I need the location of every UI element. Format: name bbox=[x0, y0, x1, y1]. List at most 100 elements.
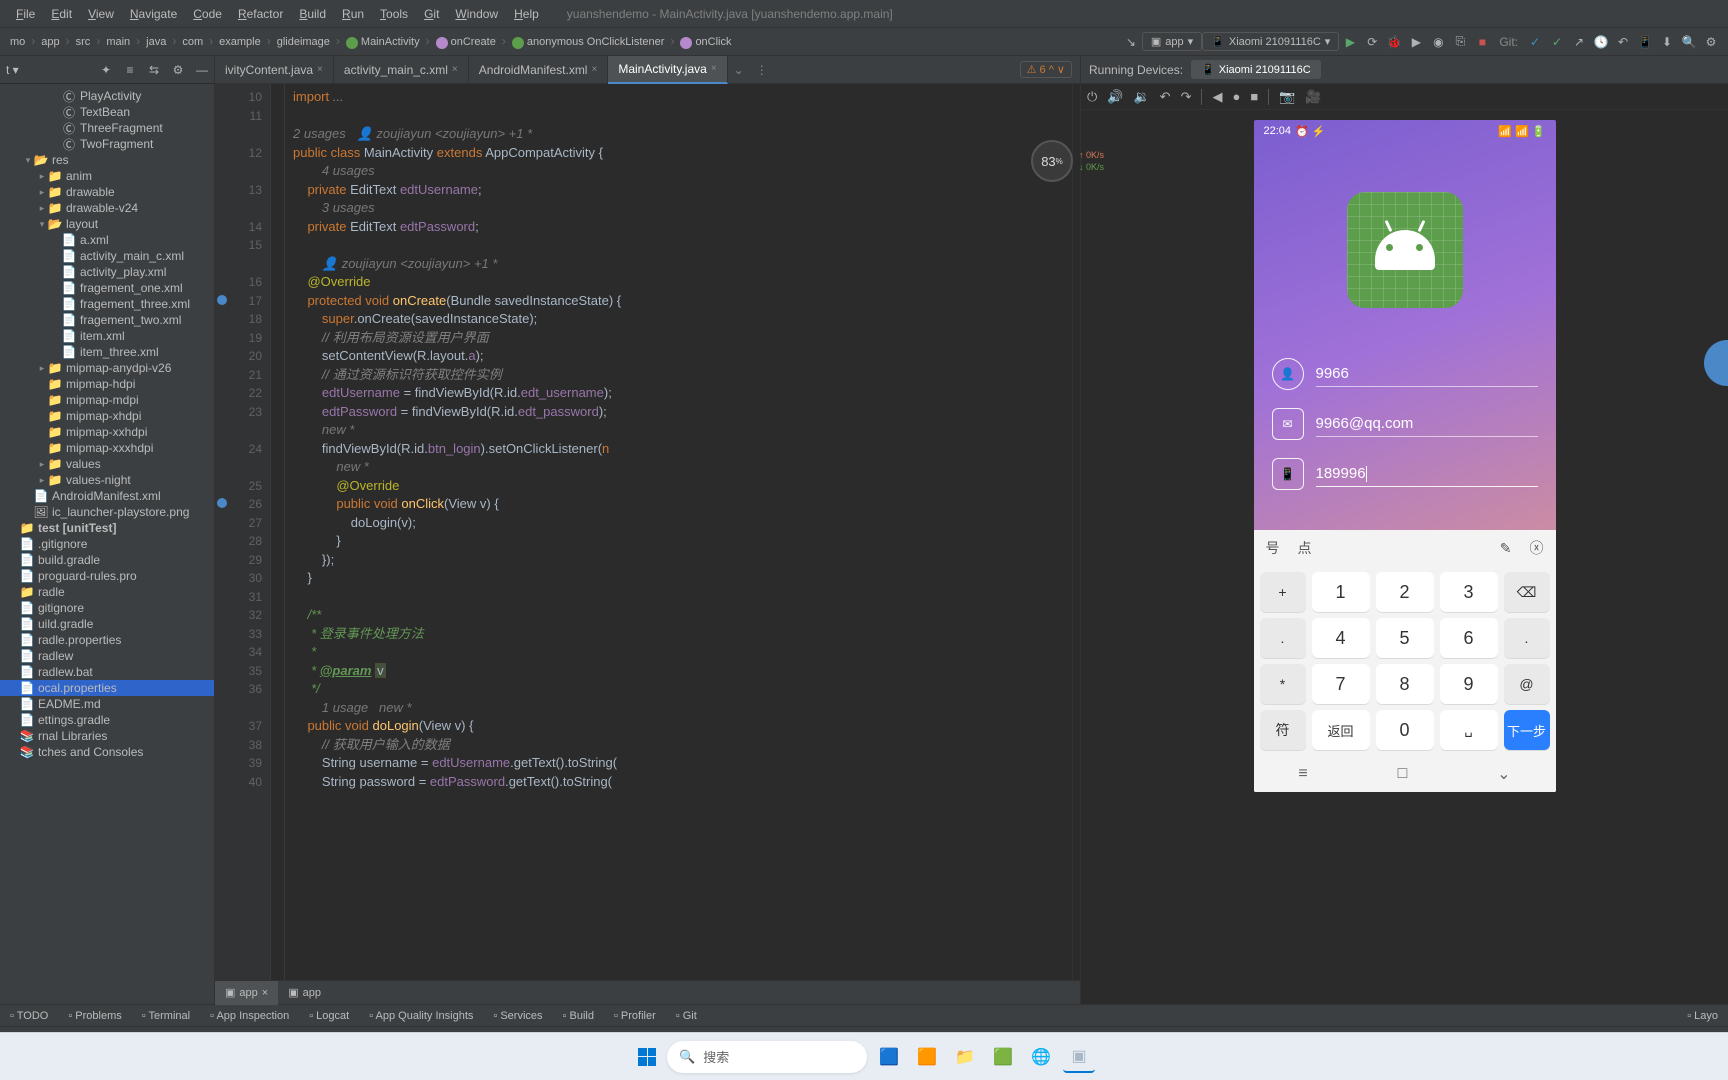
git-history-icon[interactable]: 🕓 bbox=[1590, 31, 1612, 53]
device-tab[interactable]: 📱 Xiaomi 21091116C bbox=[1191, 60, 1321, 79]
tree-item[interactable]: 📄ettings.gradle bbox=[0, 712, 214, 728]
power-icon[interactable]: ⏻ bbox=[1087, 89, 1097, 105]
key-@[interactable]: @ bbox=[1504, 664, 1550, 704]
tree-item[interactable]: 📁mipmap-hdpi bbox=[0, 376, 214, 392]
crumb-5[interactable]: com bbox=[178, 36, 207, 48]
coverage-icon[interactable]: ▶ bbox=[1405, 31, 1427, 53]
key-2[interactable]: 2 bbox=[1376, 572, 1434, 612]
tree-item[interactable]: 📄AndroidManifest.xml bbox=[0, 488, 214, 504]
hide-panel-icon[interactable]: — bbox=[190, 58, 214, 82]
run-button[interactable]: ▶ bbox=[1339, 31, 1361, 53]
stop-button[interactable]: ■ bbox=[1471, 31, 1493, 53]
record-icon[interactable]: 🎥 bbox=[1305, 89, 1321, 105]
key-+[interactable]: + bbox=[1260, 572, 1306, 612]
rotate-left-icon[interactable]: ↶ bbox=[1160, 89, 1171, 105]
debug-button[interactable]: 🐞 bbox=[1383, 31, 1405, 53]
tree-item[interactable]: 📄item.xml bbox=[0, 328, 214, 344]
toolwin-Terminal[interactable]: ▫ Terminal bbox=[132, 1010, 200, 1022]
taskbar-android-studio[interactable]: ▣ bbox=[1063, 1041, 1095, 1073]
key-3[interactable]: 3 bbox=[1440, 572, 1498, 612]
menu-view[interactable]: View bbox=[80, 7, 122, 21]
crumb-9[interactable]: onCreate bbox=[432, 36, 500, 48]
tree-item[interactable]: ▸📁mipmap-anydpi-v26 bbox=[0, 360, 214, 376]
apply-changes-icon[interactable]: ⟳ bbox=[1361, 31, 1383, 53]
tree-item[interactable]: ▸📁values bbox=[0, 456, 214, 472]
menu-window[interactable]: Window bbox=[447, 7, 506, 21]
sync-icon[interactable]: ↘ bbox=[1120, 31, 1142, 53]
crumb-10[interactable]: anonymous OnClickListener bbox=[508, 36, 669, 48]
kb-tab-dian[interactable]: 点 bbox=[1298, 538, 1312, 558]
kb-handwrite-icon[interactable]: ✎ bbox=[1500, 540, 1512, 557]
phone-input[interactable]: 189996 bbox=[1316, 461, 1538, 487]
attach-icon[interactable]: ⎘ bbox=[1449, 31, 1471, 53]
back-icon[interactable]: ◀ bbox=[1212, 89, 1222, 105]
tree-item[interactable]: 📁radle bbox=[0, 584, 214, 600]
settings-gear-icon[interactable]: ⚙ bbox=[166, 58, 190, 82]
tree-item[interactable]: 📚rnal Libraries bbox=[0, 728, 214, 744]
key-符[interactable]: 符 bbox=[1260, 710, 1306, 750]
tree-item[interactable]: ⒸPlayActivity bbox=[0, 88, 214, 104]
toolwin-Git[interactable]: ▫ Git bbox=[666, 1010, 707, 1022]
project-selector[interactable]: t ▾ bbox=[0, 63, 94, 77]
menu-edit[interactable]: Edit bbox=[43, 7, 80, 21]
tree-item[interactable]: 📄radlew bbox=[0, 648, 214, 664]
inspection-widget[interactable]: ⚠ 6 ^ ∨ bbox=[1020, 61, 1072, 78]
fold-column[interactable] bbox=[271, 84, 285, 980]
tree-item[interactable]: 📄gitignore bbox=[0, 600, 214, 616]
sdk-icon[interactable]: ⬇ bbox=[1656, 31, 1678, 53]
profiler-icon[interactable]: ◉ bbox=[1427, 31, 1449, 53]
menu-navigate[interactable]: Navigate bbox=[122, 7, 185, 21]
nav-home-icon[interactable]: □ bbox=[1398, 765, 1408, 783]
crumb-2[interactable]: src bbox=[72, 36, 95, 48]
toolwin-Profiler[interactable]: ▫ Profiler bbox=[604, 1010, 666, 1022]
tab-activity_main_c.xml[interactable]: activity_main_c.xml × bbox=[334, 56, 469, 84]
tree-item[interactable]: 📄activity_play.xml bbox=[0, 264, 214, 280]
tree-item[interactable]: 📁test [unitTest] bbox=[0, 520, 214, 536]
toolwin-Build[interactable]: ▫ Build bbox=[553, 1010, 604, 1022]
expand-icon[interactable]: ≡ bbox=[118, 58, 142, 82]
tree-item[interactable]: 📄radle.properties bbox=[0, 632, 214, 648]
select-opened-icon[interactable]: ✦ bbox=[94, 58, 118, 82]
tree-item[interactable]: ▾📂layout bbox=[0, 216, 214, 232]
key-6[interactable]: 6 bbox=[1440, 618, 1498, 658]
tree-item[interactable]: ▸📁values-night bbox=[0, 472, 214, 488]
phone-screen[interactable]: 22:04 ⏰ ⚡ 📶 📶 🔋 👤 9966 ✉ 9966@qq.com bbox=[1254, 120, 1556, 792]
tree-item[interactable]: ▾📂res bbox=[0, 152, 214, 168]
tree-item[interactable]: 📄fragement_three.xml bbox=[0, 296, 214, 312]
crumb-11[interactable]: onClick bbox=[676, 36, 735, 48]
taskbar-app-4[interactable]: 🟩 bbox=[987, 1041, 1019, 1073]
tree-item[interactable]: 📄a.xml bbox=[0, 232, 214, 248]
overview-icon[interactable]: ■ bbox=[1250, 89, 1258, 104]
kb-tab-hao[interactable]: 号 bbox=[1266, 538, 1280, 558]
tree-item[interactable]: ⒸTwoFragment bbox=[0, 136, 214, 152]
taskbar-app-5[interactable]: 🌐 bbox=[1025, 1041, 1057, 1073]
tree-item[interactable]: 📄ocal.properties bbox=[0, 680, 214, 696]
menu-file[interactable]: File bbox=[8, 7, 43, 21]
nav-menu-icon[interactable]: ≡ bbox=[1298, 765, 1307, 783]
crumb-7[interactable]: glideimage bbox=[273, 36, 334, 48]
home-icon[interactable]: ● bbox=[1232, 89, 1240, 104]
tree-item[interactable]: 📄fragement_one.xml bbox=[0, 280, 214, 296]
crumb-3[interactable]: main bbox=[102, 36, 134, 48]
key-8[interactable]: 8 bbox=[1376, 664, 1434, 704]
bottom-tab-app-2[interactable]: ▣ app bbox=[278, 981, 331, 1005]
key-*[interactable]: * bbox=[1260, 664, 1306, 704]
tree-item[interactable]: ▸📁drawable-v24 bbox=[0, 200, 214, 216]
toolwin-App-Inspection[interactable]: ▫ App Inspection bbox=[200, 1010, 299, 1022]
username-input[interactable]: 9966 bbox=[1316, 361, 1538, 387]
tabs-more[interactable]: ⋮ bbox=[750, 63, 774, 77]
git-rollback-icon[interactable]: ↶ bbox=[1612, 31, 1634, 53]
volume-down-icon[interactable]: 🔉 bbox=[1133, 89, 1149, 105]
menu-help[interactable]: Help bbox=[506, 7, 547, 21]
git-update-icon[interactable]: ✓ bbox=[1524, 31, 1546, 53]
screenshot-icon[interactable]: 📷 bbox=[1279, 89, 1295, 105]
tree-item[interactable]: 📚tches and Consoles bbox=[0, 744, 214, 760]
key-返回[interactable]: 返回 bbox=[1312, 710, 1370, 750]
run-config-device[interactable]: 📱 Xiaomi 21091116C ▾ bbox=[1202, 32, 1339, 51]
menu-git[interactable]: Git bbox=[416, 7, 447, 21]
tree-item[interactable]: 📁mipmap-xxhdpi bbox=[0, 424, 214, 440]
key-5[interactable]: 5 bbox=[1376, 618, 1434, 658]
email-input[interactable]: 9966@qq.com bbox=[1316, 411, 1538, 437]
settings-icon[interactable]: ⚙ bbox=[1700, 31, 1722, 53]
toolwin-layout[interactable]: ▫ Layo bbox=[1677, 1010, 1728, 1022]
